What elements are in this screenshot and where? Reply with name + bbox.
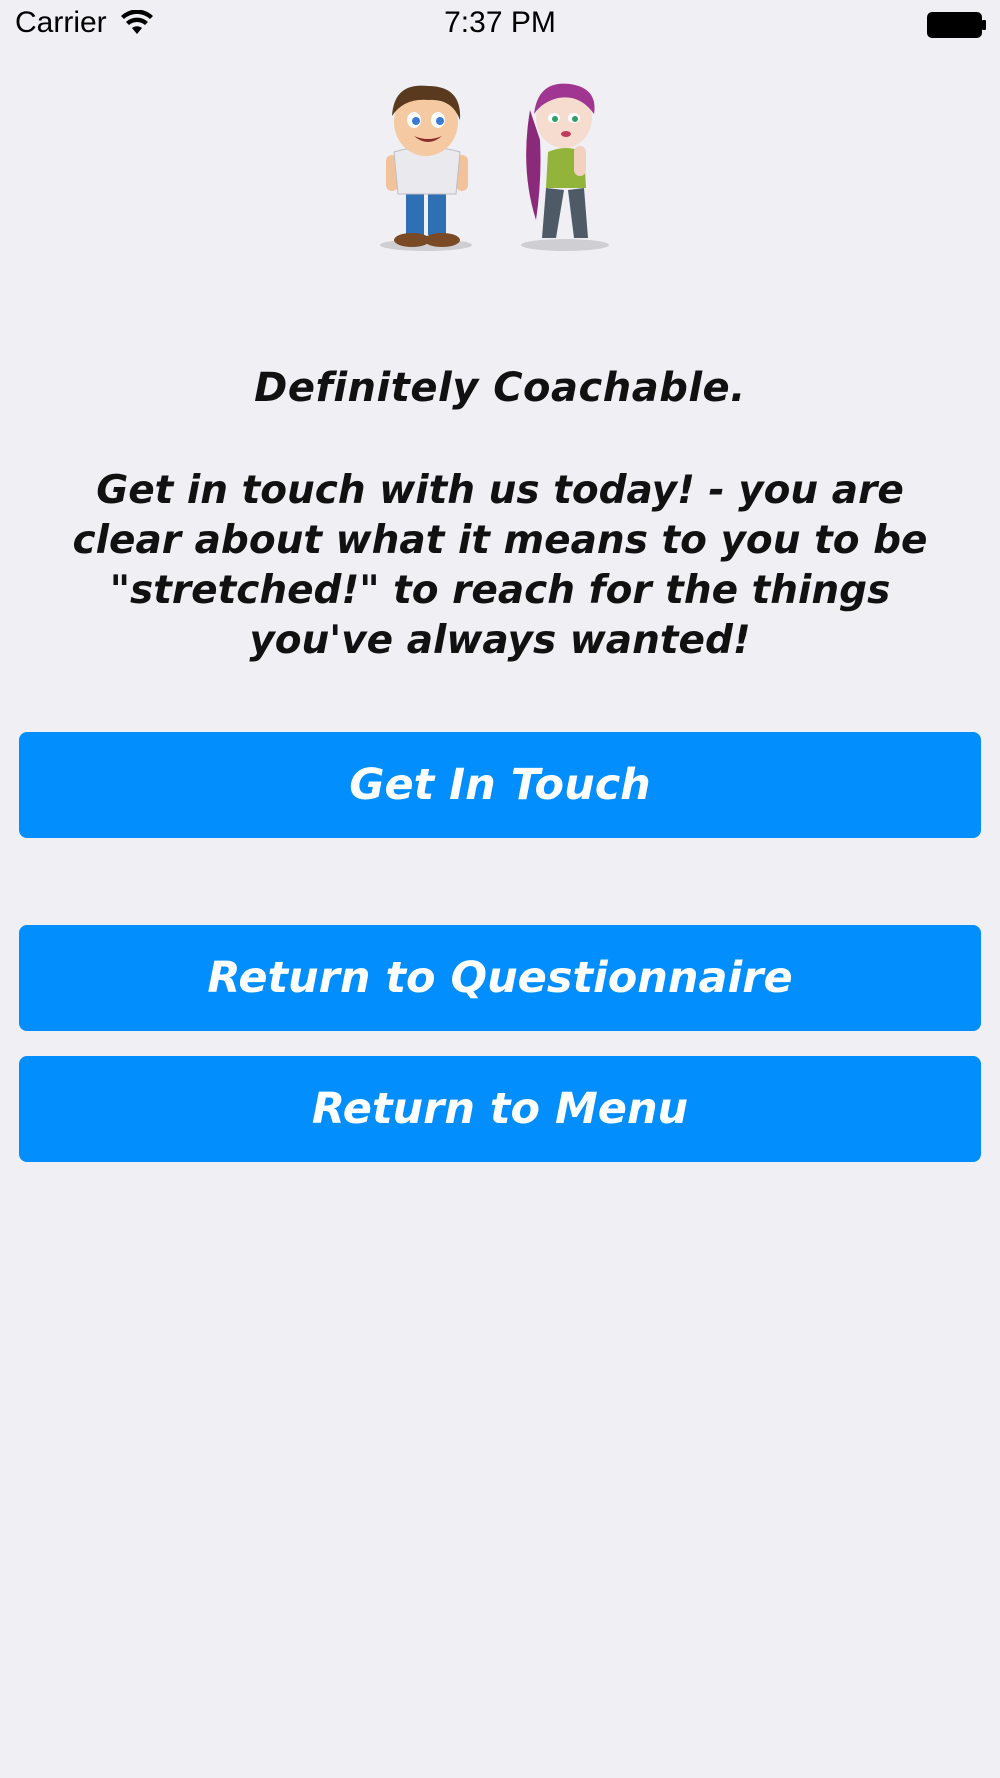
result-message: Get in touch with us today! - you are cl… <box>72 468 928 663</box>
get-in-touch-button[interactable]: Get In Touch <box>19 732 981 838</box>
cartoon-boy-icon <box>380 85 472 251</box>
return-to-questionnaire-button[interactable]: Return to Questionnaire <box>19 925 981 1031</box>
result-title: Definitely Coachable. <box>254 365 746 411</box>
status-time: 7:37 PM <box>444 6 556 39</box>
cartoon-girl-icon <box>521 83 609 251</box>
return-to-menu-button[interactable]: Return to Menu <box>19 1056 981 1162</box>
battery-icon <box>927 12 986 38</box>
status-bar: Carrier 7:37 PM <box>0 0 1000 50</box>
characters-illustration <box>380 83 609 251</box>
